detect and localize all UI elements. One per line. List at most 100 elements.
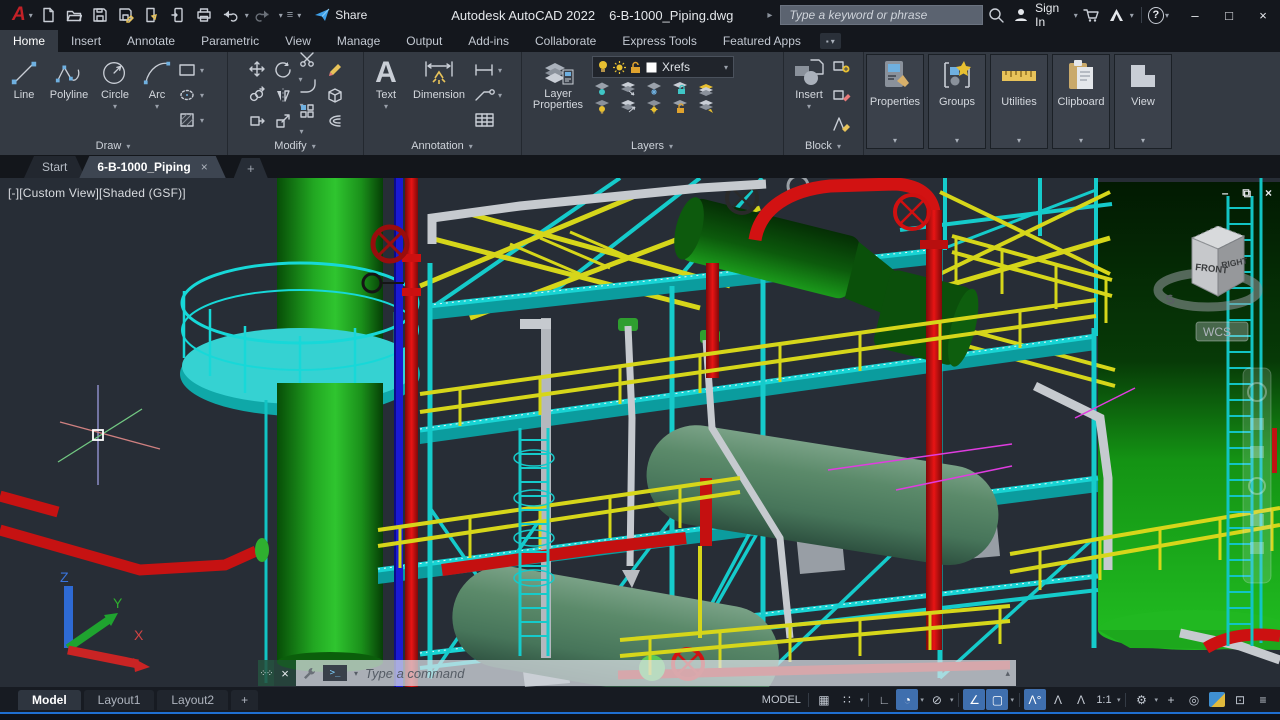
- panel-utilities[interactable]: Utilities ▾: [990, 54, 1048, 149]
- rotate-button[interactable]: [274, 60, 292, 78]
- file-tab-document[interactable]: 6-B-1000_Piping ×: [79, 156, 225, 178]
- search-button[interactable]: [983, 3, 1009, 27]
- isolate-objects-button[interactable]: ◎: [1183, 689, 1205, 710]
- ribbon-tab-addins[interactable]: Add-ins: [455, 30, 522, 52]
- ribbon-tab-view[interactable]: View: [272, 30, 324, 52]
- layer-match-icon[interactable]: [620, 99, 637, 114]
- ribbon-tab-parametric[interactable]: Parametric: [188, 30, 272, 52]
- move-button[interactable]: [248, 60, 266, 78]
- command-input[interactable]: >_ ▾ Type a command ▴: [296, 660, 1016, 686]
- undo-button[interactable]: [218, 3, 242, 27]
- share-button[interactable]: Share: [314, 7, 367, 23]
- document-tab-close-icon[interactable]: ×: [201, 160, 208, 174]
- panel-draw-label[interactable]: Draw ▾: [0, 137, 227, 155]
- graphics-performance-button[interactable]: [1206, 689, 1228, 710]
- polar-tracking-toggle[interactable]: ◔: [896, 689, 918, 710]
- object-snap-tracking-toggle[interactable]: ∠: [963, 689, 985, 710]
- new-drawing-tab-button[interactable]: +: [234, 158, 268, 178]
- edit-block-icon[interactable]: [832, 87, 852, 103]
- sign-in-label[interactable]: Sign In: [1035, 1, 1071, 29]
- copy-button[interactable]: [248, 86, 266, 104]
- ribbon-display-toggle[interactable]: ▪ ▾: [820, 33, 841, 49]
- save-button[interactable]: [88, 3, 112, 27]
- text-button[interactable]: A Text ▾: [368, 56, 404, 111]
- explode-button[interactable]: [326, 86, 344, 104]
- annotation-scale-caret-icon[interactable]: ▾: [1116, 696, 1122, 704]
- window-minimize-button[interactable]: –: [1178, 0, 1212, 30]
- annotation-visibility-toggle[interactable]: Λ°: [1024, 689, 1046, 710]
- autodesk-apps-button[interactable]: [1104, 3, 1129, 27]
- command-line-grip[interactable]: ⁘⁘: [258, 660, 274, 686]
- osnap-caret-icon[interactable]: ▾: [1009, 696, 1015, 704]
- snap-toggle[interactable]: ∷: [836, 689, 858, 710]
- layer-freeze-icon[interactable]: [646, 81, 663, 96]
- navbar-pan-icon[interactable]: [1250, 418, 1264, 430]
- autocad-logo-icon[interactable]: A: [6, 4, 26, 26]
- panel-annotation-label[interactable]: Annotation ▾: [364, 137, 521, 155]
- define-attributes-icon[interactable]: [832, 116, 854, 132]
- layout2-tab[interactable]: Layout2: [157, 690, 228, 710]
- ribbon-tab-insert[interactable]: Insert: [58, 30, 114, 52]
- stretch-button[interactable]: [248, 112, 266, 130]
- redo-button[interactable]: [252, 3, 276, 27]
- qat-customize-caret-icon[interactable]: ▾: [296, 11, 302, 20]
- help-button[interactable]: ?: [1148, 7, 1164, 24]
- ribbon-tab-manage[interactable]: Manage: [324, 30, 393, 52]
- panel-view[interactable]: View ▾: [1114, 54, 1172, 149]
- layer-properties-button[interactable]: Layer Properties: [526, 56, 590, 111]
- annotation-scale-icon-button[interactable]: Λ: [1070, 689, 1092, 710]
- layer-off-icon[interactable]: [594, 99, 611, 114]
- drawing-restore-button[interactable]: ⧉: [1242, 186, 1251, 201]
- ribbon-tab-home[interactable]: Home: [0, 30, 58, 52]
- app-menu-caret-icon[interactable]: ▾: [28, 11, 34, 20]
- file-tab-start[interactable]: Start: [24, 156, 85, 178]
- layer-thaw-all-icon[interactable]: [646, 99, 663, 114]
- search-flyout-icon[interactable]: ▸: [767, 10, 772, 21]
- layer-unisolate-icon[interactable]: [620, 81, 637, 96]
- autodesk-apps-caret-icon[interactable]: ▾: [1129, 11, 1135, 20]
- layer-lock-icon[interactable]: [672, 81, 689, 96]
- open-file-button[interactable]: [62, 3, 86, 27]
- layer-isolate-icon[interactable]: [594, 81, 611, 96]
- save-to-web-mobile-button[interactable]: [166, 3, 190, 27]
- ribbon-tab-featured-apps[interactable]: Featured Apps: [710, 30, 814, 52]
- dimension-button[interactable]: Dimension: [406, 56, 472, 101]
- open-from-web-mobile-button[interactable]: [140, 3, 164, 27]
- table-button[interactable]: [474, 108, 503, 132]
- model-space-toggle[interactable]: MODEL: [759, 689, 804, 710]
- scale-button[interactable]: [274, 112, 292, 130]
- ribbon-tab-output[interactable]: Output: [393, 30, 455, 52]
- layer-select[interactable]: Xrefs ▾: [592, 56, 734, 78]
- drawing-minimize-button[interactable]: –: [1222, 186, 1229, 201]
- command-history-caret-icon[interactable]: ▴: [1005, 668, 1010, 679]
- recent-commands-caret-icon[interactable]: ▾: [353, 669, 359, 678]
- help-caret-icon[interactable]: ▾: [1164, 11, 1170, 20]
- ribbon-tab-express-tools[interactable]: Express Tools: [609, 30, 709, 52]
- insert-block-button[interactable]: Insert ▾: [788, 56, 830, 111]
- model-tab[interactable]: Model: [18, 690, 81, 710]
- user-button[interactable]: [1009, 3, 1033, 27]
- viewport-controls-label[interactable]: [-][Custom View][Shaded (GSF)]: [8, 186, 186, 200]
- panel-clipboard[interactable]: Clipboard ▾: [1052, 54, 1110, 149]
- search-input[interactable]: [780, 5, 983, 25]
- window-maximize-button[interactable]: □: [1212, 0, 1246, 30]
- grid-toggle[interactable]: ▦: [813, 689, 835, 710]
- new-layout-button[interactable]: +: [231, 690, 258, 710]
- make-current-layer-icon[interactable]: [698, 81, 715, 96]
- navbar-show-motion-icon[interactable]: [1250, 542, 1264, 554]
- wcs-menu[interactable]: WCS: [1196, 322, 1248, 341]
- layout1-tab[interactable]: Layout1: [84, 690, 155, 710]
- line-button[interactable]: Line: [4, 56, 44, 101]
- workspace-caret-icon[interactable]: ▾: [1153, 696, 1159, 704]
- arc-button[interactable]: Arc ▾: [138, 56, 176, 111]
- navbar-steering-icon[interactable]: [1250, 514, 1264, 526]
- clean-screen-button[interactable]: ⊡: [1229, 689, 1251, 710]
- save-as-button[interactable]: [114, 3, 138, 27]
- ellipse-button[interactable]: ▾: [178, 83, 205, 107]
- app-store-button[interactable]: [1079, 3, 1104, 27]
- isodraft-toggle[interactable]: ⊘: [926, 689, 948, 710]
- layer-walk-icon[interactable]: [698, 99, 715, 114]
- panel-groups[interactable]: Groups ▾: [928, 54, 986, 149]
- ortho-toggle[interactable]: ∟: [873, 689, 895, 710]
- annotation-monitor-button[interactable]: +: [1160, 689, 1182, 710]
